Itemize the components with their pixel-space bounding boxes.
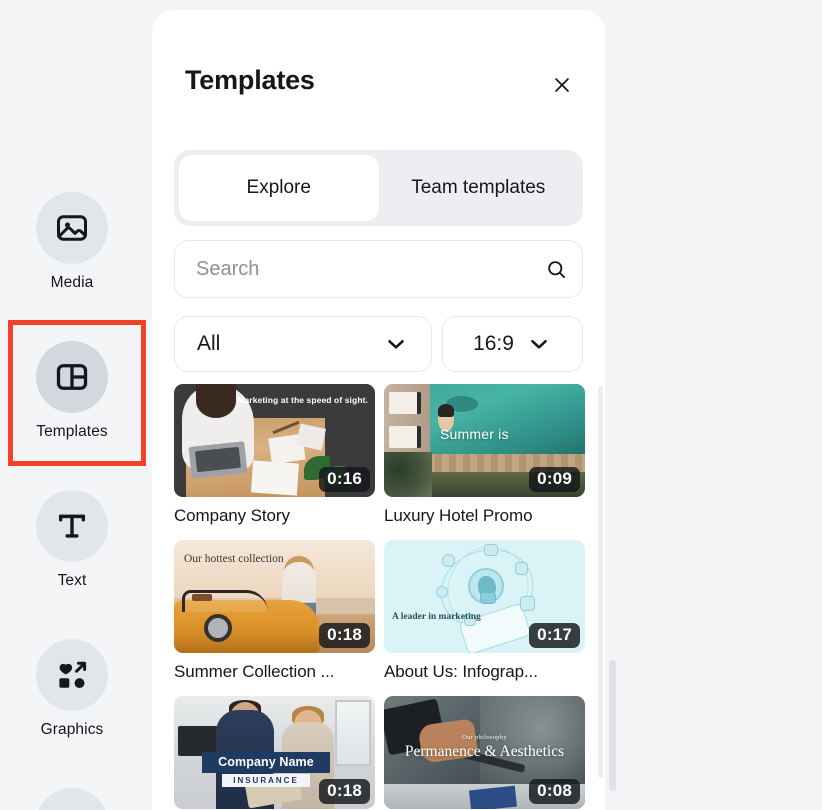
search-icon	[547, 260, 565, 278]
duration-badge: 0:17	[529, 623, 580, 648]
thumbnail-overlay-text: Summer is	[440, 426, 509, 442]
thumbnail-overlay-text: Permanence & Aesthetics	[404, 743, 565, 760]
thumbnail-overlay-text: A leader in marketing	[392, 612, 481, 622]
template-thumbnail[interactable]: Marketing at the speed of sight. 0:16	[174, 384, 375, 497]
template-thumbnail[interactable]: Our philosophy Permanence & Aesthetics 0…	[384, 696, 585, 809]
template-thumbnail[interactable]: Company Name INSURANCE 0:18	[174, 696, 375, 809]
filter-category[interactable]: All	[174, 316, 432, 372]
text-t-icon	[58, 514, 86, 538]
template-card[interactable]: Marketing at the speed of sight. 0:16 Co…	[174, 384, 375, 526]
page-scrollbar-thumb[interactable]	[609, 660, 616, 791]
app-root: Media Templates Text Graphics Templates …	[0, 0, 822, 810]
thumbnail-overlay-text: Company Name	[202, 752, 330, 773]
template-card[interactable]: A leader in marketing 0:17 About Us: Inf…	[384, 540, 585, 682]
image-icon	[57, 215, 87, 241]
chevron-down-icon	[388, 339, 404, 349]
template-card[interactable]: Our hottest collection 0:18 Summer Colle…	[174, 540, 375, 682]
search-bar	[174, 240, 583, 298]
page-title: Templates	[185, 65, 315, 95]
template-title: About Us: Infograp...	[384, 662, 538, 681]
template-title: Luxury Hotel Promo	[384, 506, 533, 525]
thumbnail-overlay-group: Our philosophy Permanence & Aesthetics	[384, 734, 585, 760]
thumbnail-overlay-text: Our hottest collection	[184, 553, 284, 565]
panel-header: Templates	[152, 10, 605, 128]
tab-team-templates[interactable]: Team templates	[379, 155, 579, 221]
thumbnail-overlay-subtext: Our philosophy	[462, 734, 507, 741]
filter-category-value: All	[197, 332, 221, 355]
duration-badge: 0:08	[529, 779, 580, 804]
template-title: Company Story	[174, 506, 290, 525]
close-icon	[555, 78, 569, 92]
tab-explore[interactable]: Explore	[179, 155, 379, 221]
filter-ratio-value: 16:9	[473, 332, 514, 355]
template-thumbnail[interactable]: Summer is 0:09	[384, 384, 585, 497]
tab-group: Explore Team templates	[174, 150, 583, 226]
sidebar-item-templates[interactable]: Templates	[8, 341, 136, 441]
duration-badge: 0:16	[319, 467, 370, 492]
media-icon-circle	[36, 192, 108, 264]
template-grid-scroll-area[interactable]: Marketing at the speed of sight. 0:16 Co…	[152, 384, 605, 810]
partial-icon-circle	[36, 788, 108, 810]
panel-scrollbar-track[interactable]	[598, 386, 603, 778]
sidebar-item-graphics[interactable]: Graphics	[8, 639, 136, 739]
templates-panel: Templates Explore Team templates All	[152, 10, 605, 810]
template-card[interactable]: Company Name INSURANCE 0:18	[174, 696, 375, 810]
search-button[interactable]	[530, 241, 582, 297]
sidebar-item-partial[interactable]	[8, 788, 136, 810]
template-grid: Marketing at the speed of sight. 0:16 Co…	[174, 384, 585, 810]
thumbnail-overlay-text: Marketing at the speed of sight.	[237, 395, 368, 405]
sidebar-item-media[interactable]: Media	[8, 192, 136, 292]
text-icon-circle	[36, 490, 108, 562]
graphics-icon	[59, 661, 87, 689]
template-title: Summer Collection ...	[174, 662, 335, 681]
sidebar-item-label: Media	[50, 274, 94, 291]
search-input[interactable]	[175, 257, 530, 281]
template-card[interactable]: Our philosophy Permanence & Aesthetics 0…	[384, 696, 585, 810]
template-card[interactable]: Summer is 0:09 Luxury Hotel Promo	[384, 384, 585, 526]
layout-icon	[56, 364, 88, 390]
duration-badge: 0:18	[319, 623, 370, 648]
filter-ratio[interactable]: 16:9	[442, 316, 583, 372]
template-thumbnail[interactable]: Our hottest collection 0:18	[174, 540, 375, 653]
templates-icon-circle	[36, 341, 108, 413]
sidebar-item-label: Templates	[36, 423, 108, 440]
template-thumbnail[interactable]: A leader in marketing 0:17	[384, 540, 585, 653]
chevron-down-icon	[531, 339, 547, 349]
thumbnail-overlay-subtext: INSURANCE	[222, 774, 310, 787]
graphics-icon-circle	[36, 639, 108, 711]
sidebar-item-label: Text	[57, 572, 87, 589]
duration-badge: 0:18	[319, 779, 370, 804]
sidebar-item-text[interactable]: Text	[8, 490, 136, 590]
left-sidebar: Media Templates Text Graphics	[0, 0, 152, 810]
duration-badge: 0:09	[529, 467, 580, 492]
sidebar-item-label: Graphics	[40, 721, 104, 738]
close-button[interactable]	[545, 68, 579, 102]
